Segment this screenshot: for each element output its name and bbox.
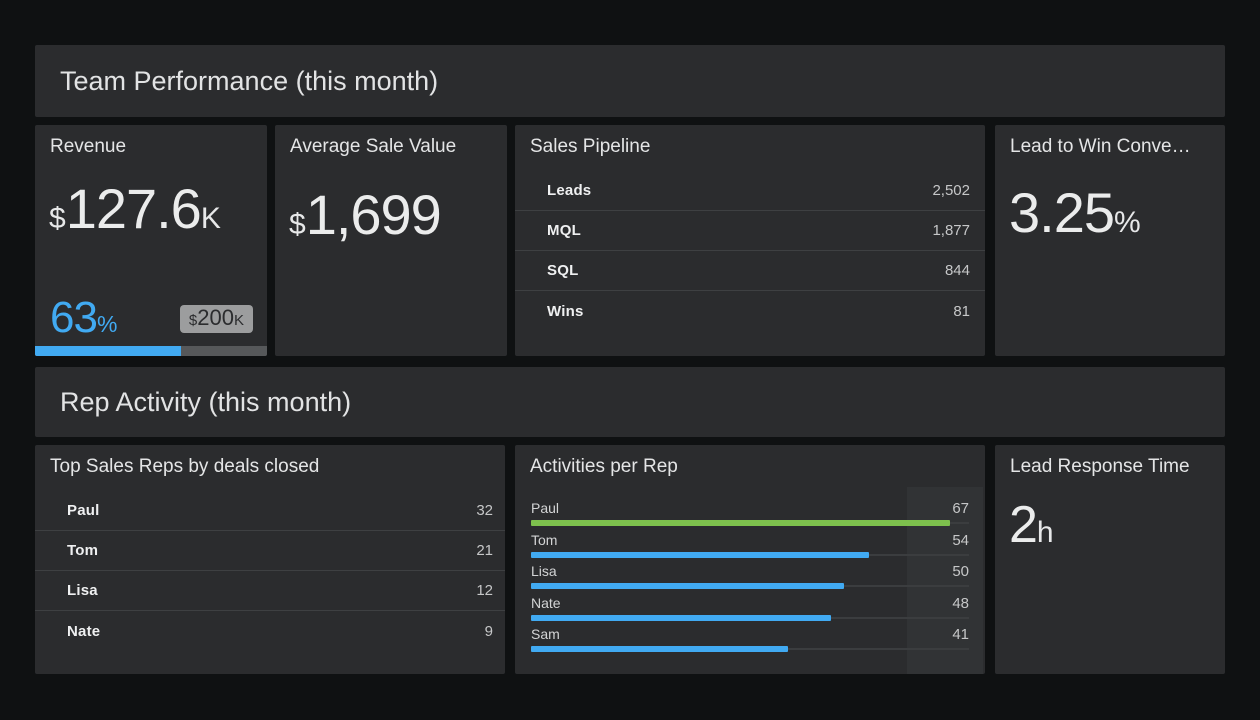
rep-deals-closed: 21 [476, 542, 493, 559]
bar-fill [531, 552, 869, 558]
average-sale-currency-symbol: $ [289, 208, 306, 241]
bar-track [531, 552, 969, 558]
card-title-average-sale-value: Average Sale Value [290, 136, 497, 158]
card-title-lead-to-win: Lead to Win Conve… [1010, 136, 1215, 158]
rep-deals-closed: 32 [476, 502, 493, 519]
bar-header: Tom 54 [531, 532, 969, 549]
pipeline-row-wins: Wins 81 [515, 291, 985, 331]
bar-rep-name: Nate [531, 595, 561, 611]
bar-header: Sam 41 [531, 626, 969, 643]
section-header-team-performance: Team Performance (this month) [35, 45, 1225, 117]
bar-value-label: 67 [952, 501, 969, 517]
revenue-magnitude-unit: K [201, 202, 221, 235]
bar-header: Lisa 50 [531, 563, 969, 580]
section-title-rep-activity: Rep Activity (this month) [60, 387, 351, 418]
bar-rep-name: Sam [531, 626, 560, 642]
bar-track [531, 520, 969, 526]
bar-fill [531, 646, 788, 652]
revenue-progress-bar [35, 346, 267, 356]
goal-number: 200 [197, 305, 234, 330]
section-title-team-performance: Team Performance (this month) [60, 66, 438, 97]
bar-header: Nate 48 [531, 595, 969, 612]
card-title-lead-response-time: Lead Response Time [1010, 456, 1215, 478]
activities-bar-chart: Paul 67 Tom 54 Lisa 50 Nate 48 Sam 41 [531, 500, 969, 658]
pipeline-row-mql: MQL 1,877 [515, 211, 985, 251]
bar-value-label: 48 [952, 596, 969, 612]
rep-name: Tom [67, 542, 98, 559]
card-title-revenue: Revenue [50, 136, 257, 158]
top-reps-row: Lisa 12 [35, 571, 505, 611]
bar-value-label: 41 [952, 627, 969, 643]
pipeline-stage-value: 81 [953, 303, 970, 320]
bar-rep-name: Paul [531, 500, 559, 516]
average-sale-value: $1,699 [289, 187, 441, 243]
bar-value-label: 54 [952, 533, 969, 549]
card-average-sale-value: Average Sale Value $1,699 [275, 125, 507, 356]
lead-to-win-value: 3.25% [1009, 185, 1141, 241]
revenue-goal-badge: $200K [180, 305, 253, 333]
top-reps-list: Paul 32 Tom 21 Lisa 12 Nate 9 [35, 491, 505, 651]
bar-fill [531, 520, 950, 526]
pipeline-row-leads: Leads 2,502 [515, 171, 985, 211]
rep-name: Lisa [67, 582, 98, 599]
bar-rep-name: Lisa [531, 563, 557, 579]
average-sale-number: 1,699 [306, 183, 441, 246]
bar-row-sam: Sam 41 [531, 626, 969, 658]
bar-fill [531, 583, 844, 589]
lead-to-win-percent-sign: % [1114, 206, 1141, 239]
revenue-progress-percent-number: 63 [50, 293, 97, 342]
bar-row-paul: Paul 67 [531, 500, 969, 532]
bar-row-nate: Nate 48 [531, 595, 969, 627]
card-sales-pipeline: Sales Pipeline Leads 2,502 MQL 1,877 SQL 84… [515, 125, 985, 356]
card-title-activities-per-rep: Activities per Rep [530, 456, 975, 478]
top-reps-row: Nate 9 [35, 611, 505, 651]
pipeline-stage-label: SQL [547, 262, 578, 279]
bar-header: Paul 67 [531, 500, 969, 517]
card-title-top-sales-reps: Top Sales Reps by deals closed [50, 456, 495, 478]
card-lead-to-win-conversion: Lead to Win Conve… 3.25% [995, 125, 1225, 356]
bar-row-tom: Tom 54 [531, 532, 969, 564]
rep-name: Nate [67, 623, 100, 640]
bar-fill [531, 615, 831, 621]
revenue-number: 127.6 [66, 177, 201, 240]
card-title-sales-pipeline: Sales Pipeline [530, 136, 975, 158]
bar-value-label: 50 [952, 564, 969, 580]
pipeline-list: Leads 2,502 MQL 1,877 SQL 844 Wins 81 [515, 171, 985, 331]
card-revenue: Revenue $127.6K 63% $200K [35, 125, 267, 356]
top-reps-row: Tom 21 [35, 531, 505, 571]
bar-row-lisa: Lisa 50 [531, 563, 969, 595]
pipeline-row-sql: SQL 844 [515, 251, 985, 291]
bar-track [531, 646, 969, 652]
bar-track [531, 583, 969, 589]
pipeline-stage-label: Leads [547, 182, 591, 199]
rep-name: Paul [67, 502, 99, 519]
revenue-progress-row: 63% $200K [50, 299, 253, 336]
revenue-progress-fill [35, 346, 181, 356]
rep-deals-closed: 12 [476, 582, 493, 599]
bar-rep-name: Tom [531, 532, 557, 548]
bar-track [531, 615, 969, 621]
goal-magnitude-unit: K [234, 312, 244, 329]
lead-response-number: 2 [1009, 496, 1037, 554]
lead-response-time-value: 2h [1009, 499, 1054, 551]
card-lead-response-time: Lead Response Time 2h [995, 445, 1225, 674]
pipeline-stage-label: MQL [547, 222, 581, 239]
revenue-progress-percent-sign: % [97, 311, 117, 337]
card-top-sales-reps: Top Sales Reps by deals closed Paul 32 To… [35, 445, 505, 674]
pipeline-stage-value: 844 [945, 262, 970, 279]
pipeline-stage-label: Wins [547, 303, 584, 320]
dashboard: Team Performance (this month) Revenue $1… [0, 0, 1260, 720]
pipeline-stage-value: 2,502 [932, 182, 970, 199]
revenue-value: $127.6K [49, 181, 221, 237]
lead-to-win-number: 3.25 [1009, 181, 1114, 244]
section-header-rep-activity: Rep Activity (this month) [35, 367, 1225, 437]
revenue-currency-symbol: $ [49, 202, 66, 235]
revenue-progress-percent: 63% [50, 299, 117, 336]
pipeline-stage-value: 1,877 [932, 222, 970, 239]
card-activities-per-rep: Activities per Rep Paul 67 Tom 54 Lisa 50 N… [515, 445, 985, 674]
rep-deals-closed: 9 [485, 623, 493, 640]
top-reps-row: Paul 32 [35, 491, 505, 531]
lead-response-unit: h [1037, 516, 1054, 549]
goal-currency-symbol: $ [189, 312, 197, 329]
